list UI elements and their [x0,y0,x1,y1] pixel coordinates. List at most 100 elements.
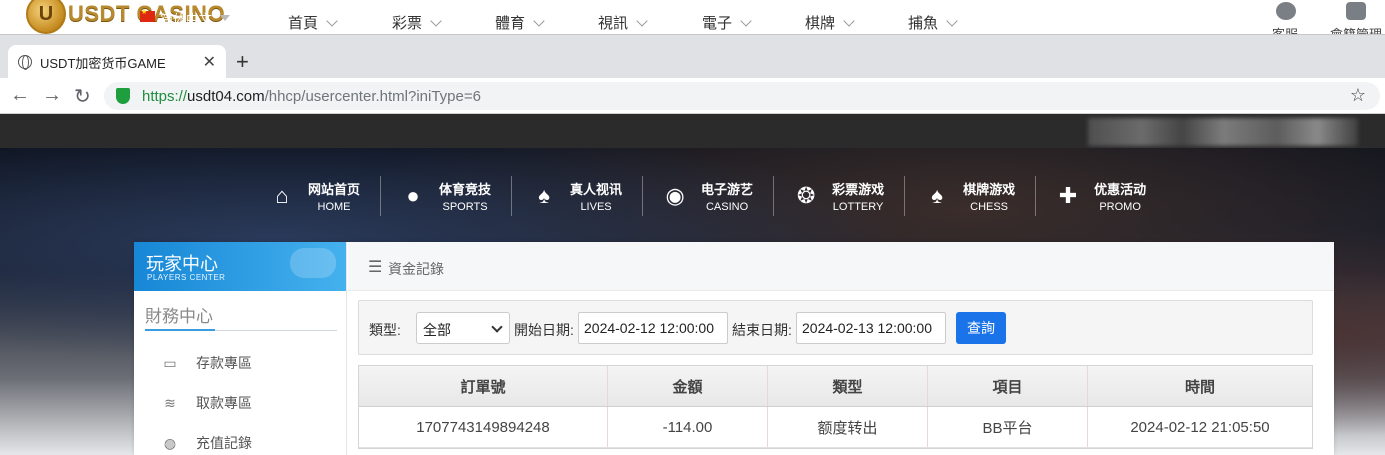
start-date-input[interactable]: 2024-02-12 12:00:00 [578,312,728,344]
forward-icon[interactable]: → [42,84,62,107]
main-nav-label: 电子游艺 CASINO [701,179,753,213]
withdraw-hand-icon: ≋ [164,394,176,411]
cell-time: 2024-02-12 21:05:50 [1130,418,1270,436]
column-header-item[interactable]: 項目 [928,366,1088,406]
players-center-subtitle: PLAYERS CENTER [147,273,226,282]
tab-title: USDT加密货币GAME [40,55,166,71]
back-icon[interactable]: ← [10,84,30,107]
close-icon[interactable]: ✕ [203,52,216,72]
main-nav-label: 优惠活动 PROMO [1094,179,1146,213]
chevron-down-icon [636,14,648,27]
main-nav-item-lottery[interactable]: ❂ 彩票游戏 LOTTERY [774,176,906,216]
main-nav-label-cn: 彩票游戏 [832,182,885,197]
main-nav-item-sports[interactable]: ● 体育竞技 SPORTS [381,176,513,216]
members-label[interactable]: 會籍管理 [1330,24,1382,34]
players-center-header: 玩家中心 PLAYERS CENTER [134,242,346,291]
chevron-down-icon [946,14,958,27]
topnav-sports[interactable]: 體育 [495,12,545,33]
start-date-label: 開始日期: [514,322,574,338]
topnav-home[interactable]: 首頁 [288,12,338,33]
main-nav-label-cn: 棋牌游戏 [963,182,1016,197]
basketball-icon: ● [406,183,420,208]
customer-service-label[interactable]: 客服 [1272,24,1298,34]
topnav-label: 體育 [495,15,526,32]
topnav-electronic[interactable]: 電子 [702,12,752,33]
bookmark-star-icon[interactable]: ☆ [1350,85,1366,106]
spade-icon: ♠ [931,183,943,208]
topnav-chess[interactable]: 棋牌 [805,12,855,33]
fund-records-table: 訂單號 金額 類型 項目 時間 1707743149894248 -114.00… [358,365,1313,449]
gamepad-icon [290,248,336,278]
money-bag-icon: ◍ [163,434,177,451]
breadcrumb: ☰ 資金記錄 [348,242,1334,291]
customer-service-icon[interactable] [1276,2,1296,20]
main-nav-label: 真人视讯 LIVES [570,179,622,213]
url-path: /hhcp/usercenter.html?iniType=6 [264,87,481,105]
chevron-down-icon [533,14,545,27]
main-nav-label-en: HOME [317,201,351,213]
topnav-label: 電子 [702,15,733,32]
sidebar-item-recharge-records[interactable]: ◍ 充值記錄 [162,433,252,453]
main-nav-item-home[interactable]: ⌂ 网站首页 HOME [250,176,382,216]
main-nav-label-en: LIVES [580,201,612,213]
browser-tab[interactable]: USDT加密货币GAME ✕ [8,45,226,79]
security-shield-icon[interactable] [116,88,130,104]
section-divider [145,329,337,331]
table-header: 訂單號 金額 類型 項目 時間 [359,366,1312,407]
main-nav-label: 网站首页 HOME [308,179,360,213]
query-button[interactable]: 查詢 [956,312,1006,344]
address-bar[interactable]: https://usdt04.com/hhcp/usercenter.html?… [104,82,1380,110]
new-tab-icon[interactable]: + [236,49,249,75]
lottery-balls-icon: ❂ [796,183,816,208]
reload-icon[interactable]: ↻ [74,84,91,109]
language-selector[interactable]: 简体中文 [160,9,212,28]
main-nav-item-lives[interactable]: ♠ 真人视讯 LIVES [512,176,644,216]
main-nav-label-en: LOTTERY [832,201,884,213]
topnav-label: 首頁 [288,15,319,32]
sidebar-item-label: 充值記錄 [196,435,252,451]
cell-type: 额度转出 [768,407,928,447]
column-header-order-no[interactable]: 訂單號 [359,366,608,406]
sidebar-item-withdraw[interactable]: ≋ 取款專區 [162,393,252,413]
main-nav-label-cn: 网站首页 [308,182,361,197]
deposit-card-icon: ▭ [163,354,177,371]
topnav-lottery[interactable]: 彩票 [392,12,442,33]
column-header-amount[interactable]: 金額 [608,366,768,406]
members-icon[interactable] [1346,2,1366,20]
menu-icon[interactable]: ☰ [368,257,382,277]
topnav-label: 視訊 [598,15,629,32]
filter-bar: 類型: 全部 開始日期: 2024-02-12 12:00:00 結束日期: 2… [358,300,1313,355]
sidebar-item-deposit[interactable]: ▭ 存款專區 [162,353,252,373]
main-nav-item-promo[interactable]: ✚ 优惠活动 PROMO [1036,176,1166,216]
main-nav-item-chess[interactable]: ♠ 棋牌游戏 CHESS [905,176,1037,216]
topnav-video[interactable]: 視訊 [598,12,648,33]
main-nav-label: 彩票游戏 LOTTERY [832,179,884,213]
table-row[interactable]: 1707743149894248 -114.00 额度转出 BB平台 2024-… [359,407,1312,448]
main-nav-label: 体育竞技 SPORTS [439,179,491,213]
joystick-icon: ◉ [665,183,685,208]
chevron-down-icon [326,14,338,27]
china-flag-icon [140,8,155,22]
content-area: ☰ 資金記錄 類型: 全部 開始日期: 2024-02-12 12:00:00 … [348,242,1334,455]
main-nav-label-cn: 优惠活动 [1094,182,1147,197]
chevron-down-icon [430,14,442,27]
main-nav-item-casino[interactable]: ◉ 电子游艺 CASINO [643,176,775,216]
topnav-label: 棋牌 [805,15,836,32]
cell-order-no: 1707743149894248 [359,407,608,447]
home-icon: ⌂ [275,183,289,208]
gift-icon: ✚ [1058,183,1078,208]
caret-down-icon[interactable] [220,15,230,21]
end-date-label: 結束日期: [732,322,792,338]
topnav-fishing[interactable]: 捕魚 [908,12,958,33]
user-center-panel: 玩家中心 PLAYERS CENTER 財務中心 ▭ 存款專區 ≋ 取款專區 ◍… [134,242,1334,455]
breadcrumb-label: 資金記錄 [388,261,444,277]
finance-center-title: 財務中心 [145,307,213,326]
globe-icon [18,55,32,70]
cards-icon: ♠ [538,183,550,208]
main-nav: ⌂ 网站首页 HOME ● 体育竞技 SPORTS ♠ 真人视讯 LIVES ◉ 电子游艺 CASIN… [250,176,1166,216]
column-header-type[interactable]: 類型 [768,366,928,406]
end-date-input[interactable]: 2024-02-13 12:00:00 [796,312,946,344]
type-select[interactable]: 全部 [416,312,510,344]
topnav-label: 彩票 [392,15,423,32]
column-header-time[interactable]: 時間 [1088,366,1312,406]
